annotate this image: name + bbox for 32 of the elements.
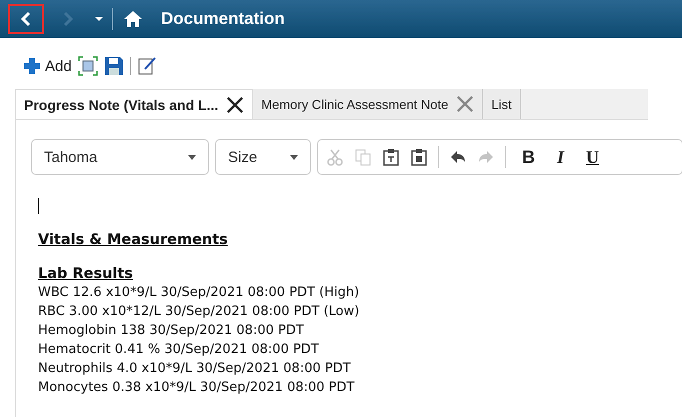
- page-title: Documentation: [161, 9, 285, 29]
- chevron-icon: [62, 11, 74, 27]
- close-icon[interactable]: [226, 96, 244, 114]
- back-button[interactable]: [8, 4, 44, 34]
- format-button[interactable]: B: [516, 146, 541, 168]
- plus-icon: [22, 56, 42, 76]
- caret-icon: [290, 154, 298, 160]
- result-line: Hematocrit 0.41 % 30/Sep/2021 08:00 PDT: [38, 341, 320, 359]
- size-select[interactable]: Size: [215, 139, 311, 175]
- caret-icon: [188, 154, 196, 160]
- font-select[interactable]: Tahoma: [31, 139, 209, 175]
- section-heading: Vitals & Measurements: [38, 232, 229, 248]
- format-button[interactable]: U: [580, 146, 606, 168]
- tab[interactable]: List: [483, 89, 521, 119]
- result-line: RBC 3.00 x10*12/L 30/Sep/2021 08:00 PDT (Low): [38, 303, 360, 321]
- save-icon[interactable]: [104, 56, 124, 76]
- chevron-icon: [20, 11, 32, 27]
- format-button[interactable]: I: [551, 146, 570, 168]
- tab[interactable]: Progress Note (Vitals and L...: [15, 89, 254, 119]
- section-heading: Lab Results: [38, 266, 134, 282]
- result-line: Hemoglobin 138 30/Sep/2021 08:00 PDT: [38, 322, 305, 340]
- edit-document-icon[interactable]: [136, 56, 157, 76]
- tab[interactable]: Memory Clinic Assessment Note: [253, 89, 484, 119]
- text-cursor: [38, 198, 39, 214]
- result-line: Neutrophils 4.0 x10*9/L 30/Sep/2021 08:00 PDT: [38, 360, 352, 378]
- home-icon[interactable]: [123, 10, 143, 28]
- result-line: WBC 12.6 x10*9/L 30/Sep/2021 08:00 PDT (High): [38, 284, 360, 302]
- paste-icon[interactable]: [382, 148, 400, 166]
- add-button[interactable]: Add: [22, 56, 72, 76]
- paste-icon[interactable]: [410, 148, 428, 166]
- fit-screen-icon[interactable]: [78, 56, 98, 76]
- result-line: Monocytes 0.38 x10*9/L 30/Sep/2021 08:00 PDT: [38, 379, 356, 397]
